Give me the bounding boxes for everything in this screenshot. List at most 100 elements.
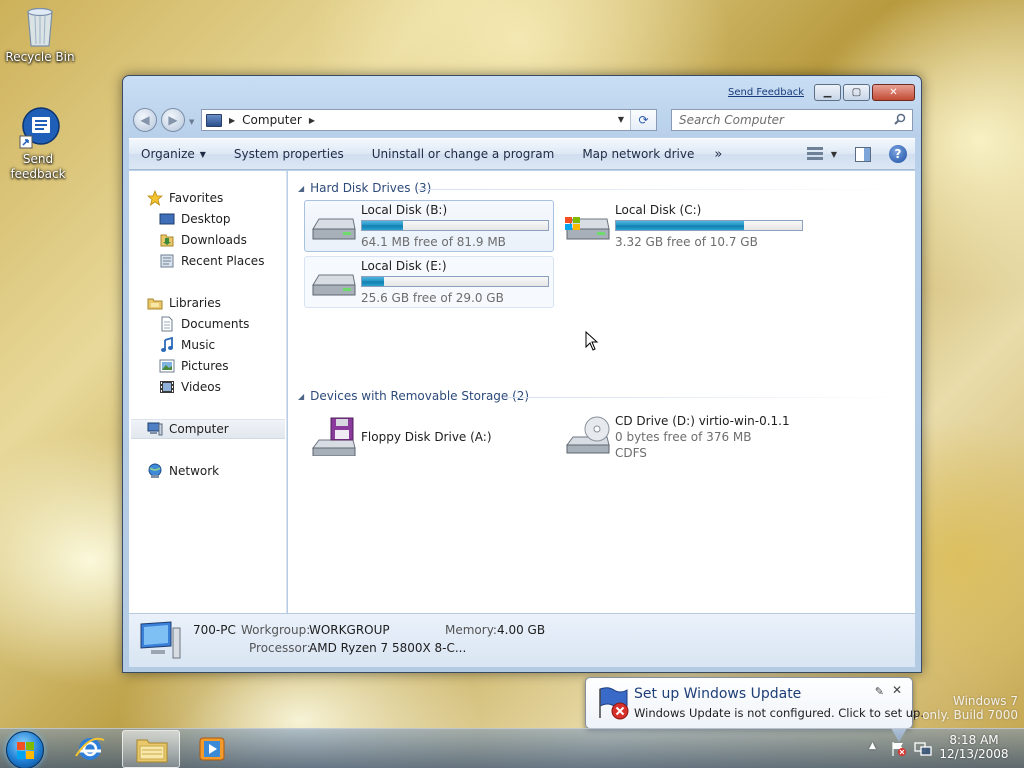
nav-desktop[interactable]: Desktop <box>159 209 231 229</box>
breadcrumb-separator-icon[interactable]: ▶ <box>229 116 235 125</box>
drive-free-space: 64.1 MB free of 81.9 MB <box>361 235 506 249</box>
nav-videos[interactable]: Videos <box>159 377 221 397</box>
system-clock[interactable]: 8:18 AM 12/13/2008 <box>938 733 1010 761</box>
start-button[interactable] <box>6 731 44 768</box>
drive-free-space: 3.32 GB free of 10.7 GB <box>615 235 758 249</box>
more-commands-button[interactable]: » <box>708 139 736 169</box>
workgroup-label: Workgroup: <box>241 623 311 637</box>
maximize-button[interactable]: ▢ <box>843 84 870 101</box>
nav-downloads[interactable]: Downloads <box>159 230 247 250</box>
taskbar-internet-explorer[interactable] <box>62 730 118 768</box>
recycle-bin-label: Recycle Bin <box>5 50 75 64</box>
drive-name: Local Disk (C:) <box>615 203 702 217</box>
search-input[interactable] <box>672 110 872 130</box>
nav-documents-label: Documents <box>181 317 250 331</box>
floppy-drive-item[interactable]: Floppy Disk Drive (A:) <box>304 411 554 463</box>
content-pane: ◢ Hard Disk Drives (3) Local Disk (B:) 6… <box>288 171 915 613</box>
removable-storage-group-header[interactable]: ◢ Devices with Removable Storage (2) <box>298 389 529 403</box>
drive-file-system: CDFS <box>615 446 647 460</box>
address-dropdown-icon[interactable]: ▼ <box>618 115 624 124</box>
send-feedback-link[interactable]: Send Feedback <box>728 87 804 98</box>
processor-label: Processor: <box>249 641 311 655</box>
videos-icon <box>159 379 175 395</box>
downloads-folder-icon <box>159 232 175 248</box>
address-bar[interactable]: ▶ Computer ▶ ▼ ⟳ <box>201 109 657 131</box>
drive-item[interactable]: Local Disk (B:) 64.1 MB free of 81.9 MB <box>304 200 554 252</box>
nav-music[interactable]: Music <box>159 335 215 355</box>
close-icon: ✕ <box>889 87 898 98</box>
cd-drive-item[interactable]: CD Drive (D:) virtio-win-0.1.1 0 bytes f… <box>558 411 808 467</box>
close-button[interactable]: ✕ <box>872 84 915 101</box>
minimize-icon: ▁ <box>823 87 832 98</box>
notification-close-icon[interactable]: ✕ <box>892 683 902 697</box>
nav-computer[interactable]: Computer <box>131 419 285 439</box>
back-button[interactable]: ◀ <box>133 108 157 132</box>
pc-name: 700-PC <box>193 623 236 637</box>
refresh-icon: ⟳ <box>638 113 649 127</box>
nav-documents[interactable]: Documents <box>159 314 249 334</box>
computer-icon <box>206 113 222 127</box>
system-properties-button[interactable]: System properties <box>220 139 358 169</box>
floppy-drive-icon <box>312 417 356 456</box>
drive-item[interactable]: Local Disk (C:) 3.32 GB free of 10.7 GB <box>558 200 808 252</box>
forward-button[interactable]: ▶ <box>161 108 185 132</box>
organize-button[interactable]: Organize ▼ <box>129 139 220 169</box>
computer-icon <box>147 421 163 437</box>
send-feedback-desktop-icon[interactable]: Send feedback <box>0 106 76 182</box>
nav-recent-places-label: Recent Places <box>181 254 265 268</box>
taskbar-windows-explorer[interactable] <box>122 730 180 768</box>
drive-usage-fill <box>362 221 403 230</box>
details-pane: 700-PC Workgroup: WORKGROUP Memory: 4.00… <box>129 613 915 667</box>
nav-pictures-label: Pictures <box>181 359 229 373</box>
feedback-icon <box>18 106 60 150</box>
recycle-bin-desktop-icon[interactable]: Recycle Bin <box>2 4 78 65</box>
collapse-triangle-icon[interactable]: ◢ <box>298 184 304 193</box>
refresh-button[interactable]: ⟳ <box>630 110 656 130</box>
minimize-button[interactable]: ▁ <box>814 84 841 101</box>
mouse-cursor-icon <box>585 331 599 351</box>
nav-network[interactable]: Network <box>147 461 219 481</box>
collapse-triangle-icon[interactable]: ◢ <box>298 392 304 401</box>
hard-drive-icon <box>312 218 356 240</box>
show-hidden-icons-button[interactable]: ▲ <box>869 741 876 751</box>
search-icon[interactable] <box>894 113 906 125</box>
workgroup-value: WORKGROUP <box>309 623 390 637</box>
drive-free-space: 0 bytes free of 376 MB <box>615 430 752 444</box>
taskbar-media-player[interactable] <box>184 730 240 768</box>
documents-icon <box>159 316 175 332</box>
computer-explorer-window: Send Feedback ▁ ▢ ✕ ◀ ▶ ▼ ▶ Computer ▶ ▼… <box>122 75 922 673</box>
network-tray-icon[interactable] <box>914 741 932 757</box>
nav-favorites[interactable]: Favorites <box>146 188 223 208</box>
action-center-icon[interactable] <box>891 741 907 757</box>
nav-libraries[interactable]: Libraries <box>147 293 221 313</box>
map-network-drive-button[interactable]: Map network drive <box>568 139 708 169</box>
preview-pane-icon[interactable] <box>855 146 871 162</box>
chevron-down-icon: ▼ <box>199 149 206 159</box>
nav-pictures[interactable]: Pictures <box>159 356 229 376</box>
search-box[interactable] <box>671 109 913 131</box>
nav-network-label: Network <box>169 464 220 478</box>
recent-pages-dropdown-icon[interactable]: ▼ <box>189 118 194 126</box>
processor-value: AMD Ryzen 7 5800X 8-C... <box>309 641 467 655</box>
memory-value: 4.00 GB <box>497 623 546 637</box>
notification-options-icon[interactable]: ✎ <box>875 685 884 698</box>
help-icon[interactable]: ? <box>889 145 907 163</box>
breadcrumb-computer[interactable]: Computer <box>242 113 302 127</box>
notification-message: Windows Update is not configured. Click … <box>634 706 924 720</box>
music-icon <box>159 336 175 353</box>
windows-logo-icon <box>17 742 34 759</box>
send-feedback-label-1: Send <box>22 152 54 166</box>
removable-storage-label: Devices with Removable Storage (2) <box>310 389 530 403</box>
windows-update-notification[interactable]: Set up Windows Update Windows Update is … <box>585 677 924 742</box>
libraries-icon <box>147 295 163 311</box>
hard-disk-drives-group-header[interactable]: ◢ Hard Disk Drives (3) <box>298 181 431 195</box>
hard-drive-icon <box>312 274 356 296</box>
nav-videos-label: Videos <box>181 380 221 394</box>
back-arrow-icon: ◀ <box>140 113 150 127</box>
nav-recent-places[interactable]: Recent Places <box>159 251 264 271</box>
more-commands-label: » <box>714 146 723 162</box>
breadcrumb-separator-icon[interactable]: ▶ <box>309 116 315 125</box>
drive-item[interactable]: Local Disk (E:) 25.6 GB free of 29.0 GB <box>304 256 554 308</box>
change-view-button[interactable]: ▼ <box>806 147 837 161</box>
uninstall-program-button[interactable]: Uninstall or change a program <box>358 139 569 169</box>
